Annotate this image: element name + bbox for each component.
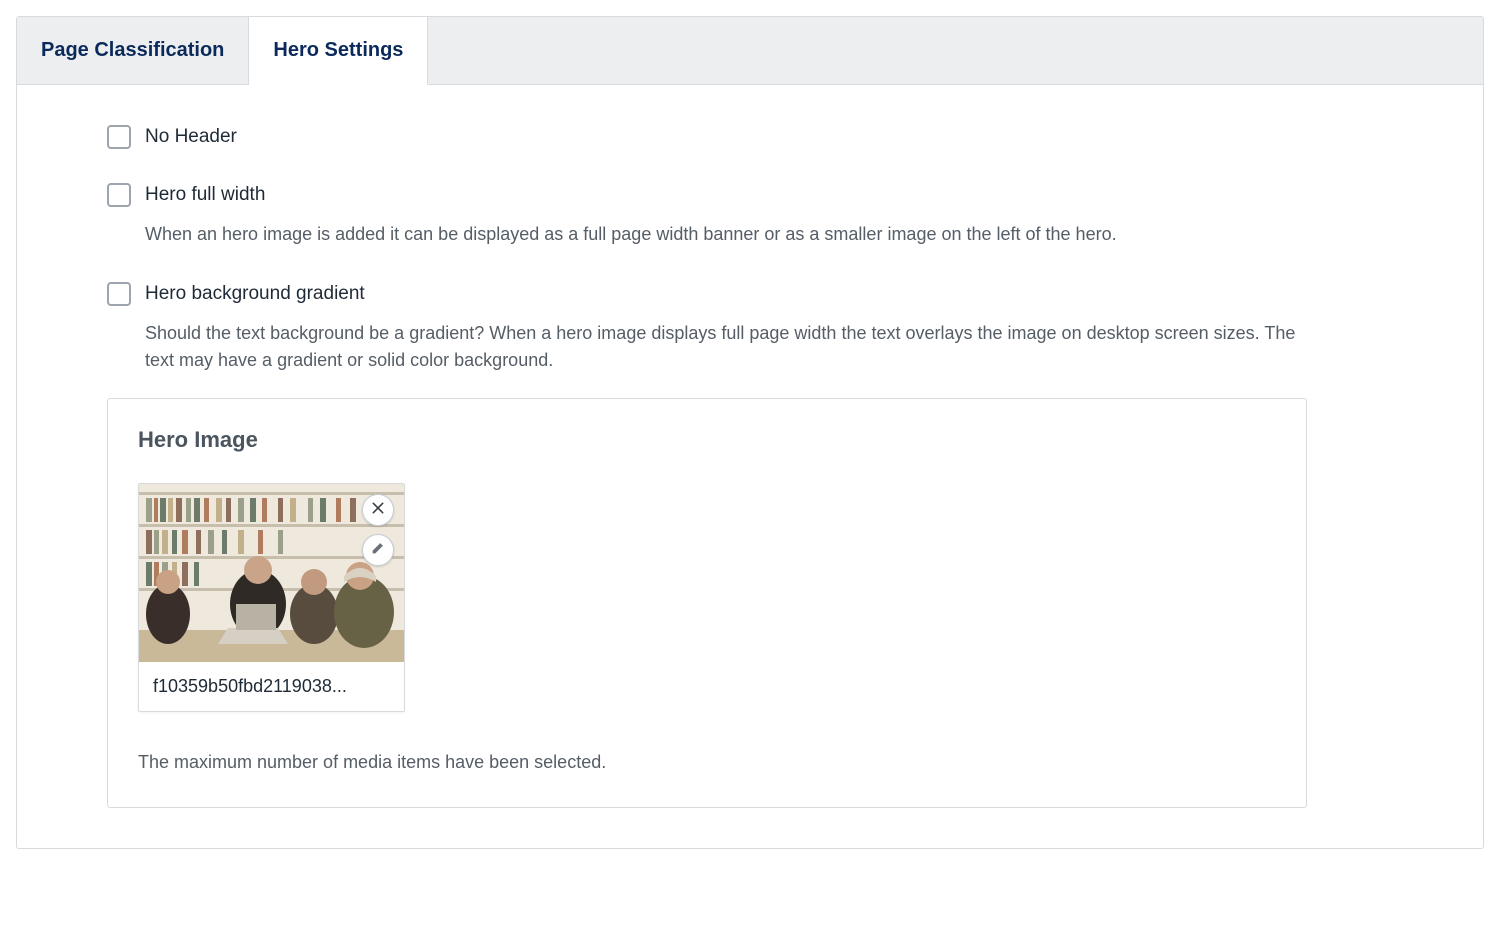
remove-image-button[interactable] [362, 494, 394, 526]
tab-hero-settings[interactable]: Hero Settings [249, 17, 428, 85]
field-no-header: No Header [107, 125, 1449, 149]
hero-bg-gradient-label: Hero background gradient [145, 283, 365, 305]
tab-bar: Page Classification Hero Settings [17, 17, 1483, 85]
field-hero-bg-gradient: Hero background gradient Should the text… [107, 282, 1449, 374]
pencil-icon [370, 540, 386, 561]
close-icon [370, 500, 386, 521]
hero-image-item[interactable]: f10359b50fbd2119038... [138, 483, 405, 712]
hero-image-section: Hero Image [107, 398, 1307, 808]
hero-image-thumbnail [139, 484, 404, 662]
hero-bg-gradient-checkbox[interactable] [107, 282, 131, 306]
hero-full-width-label: Hero full width [145, 184, 265, 206]
hero-image-title: Hero Image [138, 427, 1276, 453]
settings-panel: Page Classification Hero Settings No Hea… [16, 16, 1484, 849]
edit-image-button[interactable] [362, 534, 394, 566]
hero-full-width-help: When an hero image is added it can be di… [145, 221, 1325, 248]
hero-full-width-checkbox[interactable] [107, 183, 131, 207]
hero-image-filename: f10359b50fbd2119038... [139, 662, 404, 711]
tab-content: No Header Hero full width When an hero i… [17, 85, 1483, 848]
hero-bg-gradient-help: Should the text background be a gradient… [145, 320, 1325, 374]
no-header-checkbox[interactable] [107, 125, 131, 149]
tab-page-classification[interactable]: Page Classification [17, 17, 249, 84]
field-hero-full-width: Hero full width When an hero image is ad… [107, 183, 1449, 248]
media-max-message: The maximum number of media items have b… [138, 752, 1276, 773]
no-header-label: No Header [145, 126, 237, 148]
